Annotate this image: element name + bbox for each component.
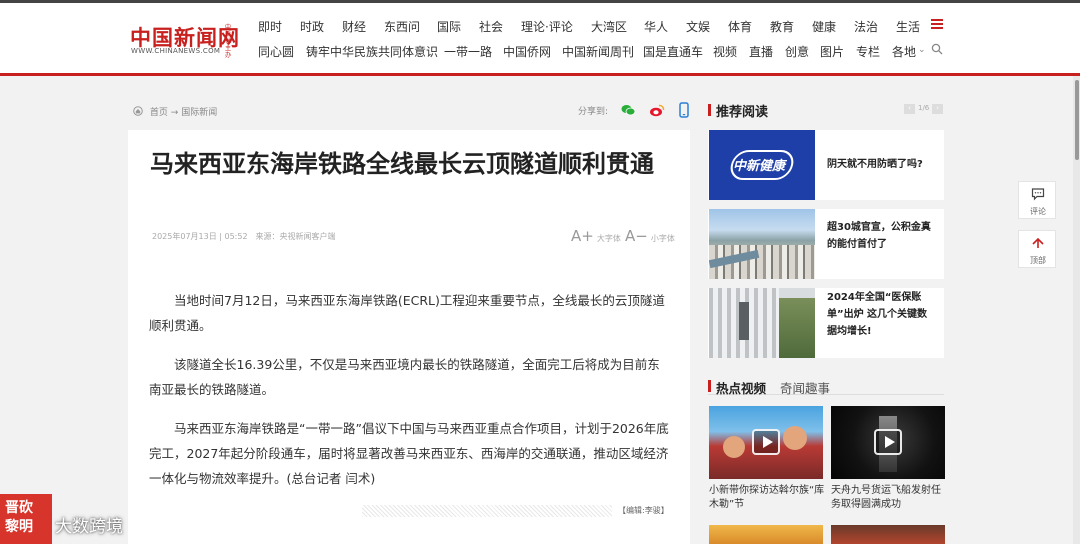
- play-icon: [752, 429, 780, 455]
- recommend-thumbnail: [709, 209, 815, 279]
- recommend-text: 阴天就不用防晒了吗?: [827, 159, 923, 170]
- scrollbar-thumb[interactable]: [1075, 80, 1079, 160]
- nav-item[interactable]: 即时: [258, 18, 282, 35]
- video-caption[interactable]: 小新带你探访达斡尔族“库木勒”节: [709, 484, 825, 512]
- thumbnail-text: 中新健康: [733, 159, 786, 174]
- article-paragraph: 当地时间7月12日，马来西亚东海岸铁路(ECRL)工程迎来重要节点，全线最长的云…: [149, 293, 665, 333]
- search-icon[interactable]: [931, 43, 943, 55]
- nav-item[interactable]: 东西问: [384, 18, 420, 35]
- recommend-item[interactable]: 2024年全国“医保账单”出炉 这几个关键数据均增长!: [708, 288, 944, 358]
- article-card: 马来西亚东海岸铁路全线最长云顶隧道顺利贯通 2025年07月13日 | 05:5…: [128, 130, 690, 544]
- article-paragraph: 马来西亚东海岸铁路是“一带一路”倡议下中国与马来西亚重点合作项目，计划于2026…: [149, 421, 669, 486]
- video-caption[interactable]: 天舟九号货运飞船发射任务取得圆满成功: [831, 484, 947, 512]
- recommend-item[interactable]: 中新健康 阴天就不用防晒了吗?: [708, 130, 944, 200]
- font-increase-icon: A+: [571, 227, 594, 245]
- tab-curious-news[interactable]: 奇闻趣事: [780, 378, 830, 397]
- recommend-text: 2024年全国“医保账单”出炉 这几个关键数据均增长!: [827, 292, 928, 337]
- prev-page-icon[interactable]: ‹: [904, 104, 915, 114]
- nav-item[interactable]: 体育: [728, 18, 752, 35]
- font-large-button[interactable]: A+ 大字体: [571, 227, 621, 245]
- recommend-title: 推荐阅读: [716, 105, 769, 120]
- nav-item[interactable]: 同心圆: [258, 43, 294, 60]
- recommend-item[interactable]: 超30城官宣，公积金真的能付首付了: [708, 209, 944, 279]
- breadcrumb-section[interactable]: 国际新闻: [181, 108, 217, 118]
- wechat-icon[interactable]: [620, 102, 636, 118]
- nav-item[interactable]: 理论·评论: [521, 18, 573, 35]
- watermark-logo: 晋砍 黎明: [0, 494, 52, 544]
- nav-item[interactable]: 铸牢中华民族共同体意识: [306, 43, 438, 60]
- comment-button[interactable]: 评论: [1018, 181, 1056, 219]
- watermark-text: 大数跨境: [55, 517, 123, 537]
- nav-item[interactable]: 教育: [770, 18, 794, 35]
- nav-item[interactable]: 大湾区: [591, 18, 627, 35]
- nav-item[interactable]: 国际: [437, 18, 461, 35]
- breadcrumb-home[interactable]: 首页: [150, 108, 168, 118]
- font-large-label: 大字体: [596, 234, 621, 243]
- section-bar: [708, 104, 711, 116]
- next-page-icon[interactable]: ›: [932, 104, 943, 114]
- nav-item[interactable]: 视频: [713, 43, 737, 60]
- video-thumbnail[interactable]: [709, 525, 823, 544]
- menu-icon[interactable]: [931, 19, 943, 31]
- nav-item[interactable]: 国是直通车: [643, 43, 703, 60]
- nav-item[interactable]: 华人: [644, 18, 668, 35]
- nav-item[interactable]: 健康: [812, 18, 836, 35]
- nav-item[interactable]: 时政: [300, 18, 324, 35]
- watermark-logo-line1: 晋砍: [5, 500, 33, 516]
- chevron-down-icon[interactable]: ⌄: [918, 45, 926, 55]
- nav-item[interactable]: 专栏: [856, 43, 880, 60]
- nav-item[interactable]: 直播: [749, 43, 773, 60]
- share-label: 分享到:: [578, 107, 609, 117]
- nav-item[interactable]: 一带一路: [444, 43, 492, 60]
- article-meta: 2025年07月13日 | 05:52 来源：央视新闻客户端: [152, 232, 336, 241]
- comment-icon: [1031, 188, 1045, 201]
- back-to-top-button[interactable]: 顶部: [1018, 230, 1056, 268]
- nav-item[interactable]: 创意: [785, 43, 809, 60]
- article-paragraph: 该隧道全长16.39公里，不仅是马来西亚境内最长的铁路隧道，全面完工后将成为目前…: [149, 357, 660, 397]
- header-divider: [0, 73, 1080, 76]
- nav-item[interactable]: 中国侨网: [503, 43, 551, 60]
- mobile-icon[interactable]: [676, 102, 692, 118]
- nav-item[interactable]: 中国新闻周刊: [562, 43, 634, 60]
- logo-sponsor: 中新社主办: [225, 24, 232, 59]
- video-thumbnail[interactable]: [831, 406, 945, 479]
- nav-item[interactable]: 生活: [896, 18, 920, 35]
- nav-item[interactable]: 财经: [342, 18, 366, 35]
- hot-video-header: 热点视频 奇闻趣事: [708, 377, 944, 397]
- recommend-header: 推荐阅读 ‹ 1/6 ›: [708, 101, 944, 120]
- video-thumbnail[interactable]: [709, 406, 823, 479]
- font-small-button[interactable]: A− 小字体: [625, 227, 675, 245]
- recommend-thumbnail: 中新健康: [709, 130, 815, 200]
- nav-item[interactable]: 图片: [820, 43, 844, 60]
- font-decrease-icon: A−: [625, 227, 648, 245]
- recommend-thumbnail: [709, 288, 815, 358]
- article-title: 马来西亚东海岸铁路全线最长云顶隧道顺利贯通: [150, 150, 654, 178]
- nav-item[interactable]: 各地: [892, 43, 916, 60]
- editor-divider: [362, 505, 612, 517]
- back-to-top-label: 顶部: [1030, 256, 1046, 265]
- nav-item[interactable]: 社会: [479, 18, 503, 35]
- logo-url: WWW.CHINANEWS.COM: [131, 47, 221, 55]
- site-logo[interactable]: 中国新闻网 中新社主办 WWW.CHINANEWS.COM: [130, 22, 240, 59]
- video-thumbnail[interactable]: [831, 525, 945, 544]
- tab-hot-video[interactable]: 热点视频: [716, 378, 766, 397]
- recommend-text: 超30城官宣，公积金真的能付首付了: [827, 222, 931, 250]
- weibo-icon[interactable]: [649, 102, 665, 118]
- font-small-label: 小字体: [650, 234, 675, 243]
- play-icon: [874, 429, 902, 455]
- home-icon: [133, 106, 143, 116]
- watermark-logo-line2: 黎明: [5, 519, 33, 535]
- page-indicator: 1/6: [918, 104, 930, 112]
- breadcrumb-arrow: →: [170, 108, 179, 118]
- comment-label: 评论: [1030, 207, 1046, 216]
- section-bar: [708, 380, 711, 392]
- breadcrumb: 首页 → 国际新闻: [133, 105, 217, 118]
- nav-item[interactable]: 法治: [854, 18, 878, 35]
- nav-item[interactable]: 文娱: [686, 18, 710, 35]
- top-border: [0, 0, 1080, 3]
- arrow-up-icon: [1032, 237, 1044, 248]
- article-editor: 【编辑:李骏】: [618, 506, 669, 515]
